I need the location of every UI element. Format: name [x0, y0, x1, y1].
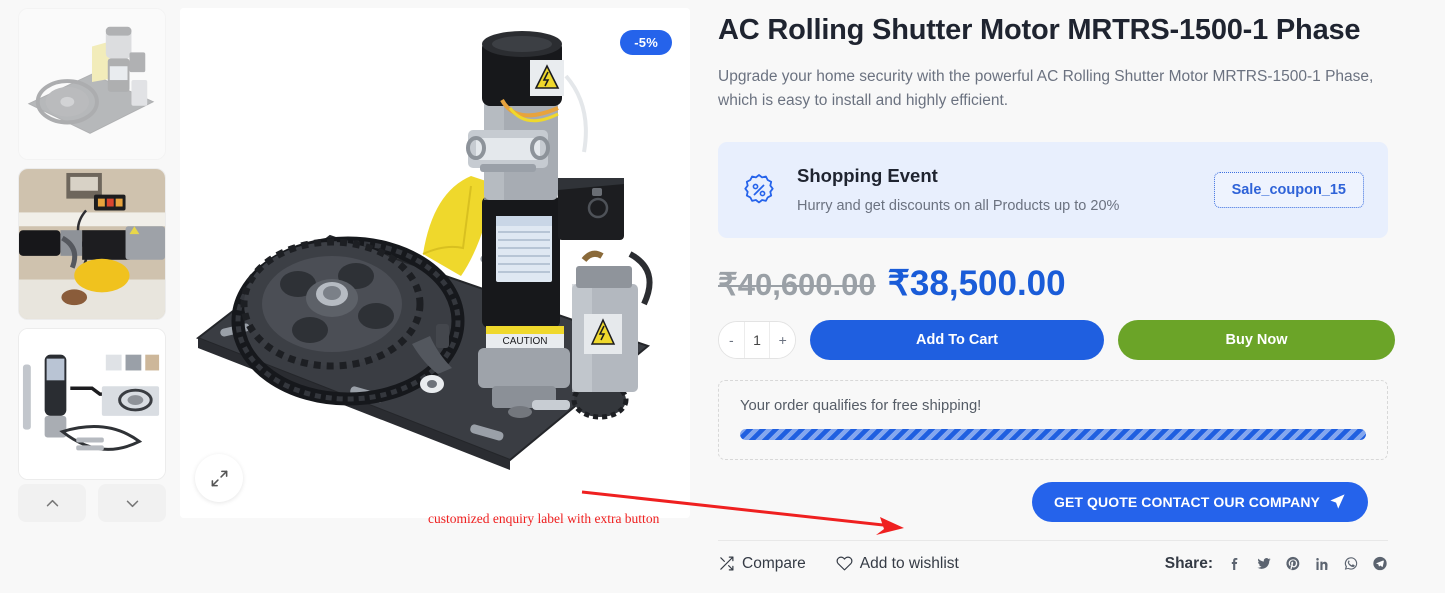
free-shipping-panel: Your order qualifies for free shipping!: [718, 379, 1388, 460]
discount-seal-icon: [742, 173, 776, 207]
product-subtitle: Upgrade your home security with the powe…: [718, 67, 1374, 109]
chevron-down-icon: [126, 500, 138, 507]
product-details: AC Rolling Shutter Motor MRTRS-1500-1 Ph…: [718, 0, 1408, 573]
coupon-code-button[interactable]: Sale_coupon_15: [1213, 171, 1364, 208]
expand-icon: [211, 470, 227, 486]
shipping-progress-fill: [740, 428, 1366, 440]
telegram-icon[interactable]: [1372, 555, 1388, 572]
heart-icon: [836, 556, 853, 571]
thumbnail-nav: [18, 484, 166, 522]
discount-badge: -5%: [620, 30, 672, 55]
get-quote-button[interactable]: GET QUOTE CONTACT OUR COMPANY: [1031, 481, 1368, 522]
thumbnail-1[interactable]: [18, 8, 166, 160]
thumbnail-next-button[interactable]: [98, 484, 166, 522]
buy-now-button[interactable]: Buy Now: [1118, 319, 1395, 360]
quantity-input[interactable]: 1: [743, 321, 771, 358]
get-quote-label: GET QUOTE CONTACT OUR COMPANY: [1053, 493, 1320, 510]
share-group: Share:: [1165, 555, 1388, 573]
twitter-icon[interactable]: [1256, 555, 1272, 572]
free-shipping-message: Your order qualifies for free shipping!: [740, 397, 982, 414]
shopping-event-banner: Shopping Event Hurry and get discounts o…: [718, 141, 1388, 238]
whatsapp-icon[interactable]: [1343, 555, 1359, 572]
shipping-progress-track: [740, 428, 1366, 440]
share-label: Share:: [1164, 554, 1213, 572]
product-gallery: [0, 0, 180, 593]
purchase-actions: - 1 + Add To Cart Buy Now: [718, 319, 1408, 360]
quantity-decrease-button[interactable]: -: [719, 321, 744, 358]
compare-label: Compare: [742, 554, 806, 572]
add-to-wishlist-button[interactable]: Add to wishlist: [836, 555, 959, 573]
quantity-increase-button[interactable]: +: [770, 321, 795, 358]
linkedin-icon[interactable]: [1314, 555, 1330, 572]
product-footer: Compare Add to wishlist Share:: [718, 555, 1388, 573]
main-product-image[interactable]: CAUTION -5%: [180, 8, 690, 518]
event-subtitle: Hurry and get discounts on all Products …: [797, 198, 1120, 215]
wishlist-label: Add to wishlist: [859, 554, 959, 572]
sale-price: ₹38,500.00: [887, 263, 1066, 303]
thumbnail-3[interactable]: [18, 328, 166, 480]
thumbnail-list: [18, 8, 166, 488]
expand-image-button[interactable]: [195, 454, 243, 502]
send-icon: [1330, 494, 1345, 509]
add-to-cart-button[interactable]: Add To Cart: [810, 319, 1104, 360]
annotation-arrow: [581, 490, 904, 535]
product-title: AC Rolling Shutter Motor MRTRS-1500-1 Ph…: [718, 14, 1361, 46]
product-page: CAUTION -5% AC Rolling Shutter Motor MRT…: [0, 0, 1445, 593]
footer-divider: [718, 539, 1388, 541]
pinterest-icon[interactable]: [1285, 555, 1301, 572]
thumbnail-prev-button[interactable]: [18, 484, 86, 522]
product-photo: CAUTION: [180, 8, 690, 518]
quantity-stepper[interactable]: - 1 +: [718, 320, 796, 359]
event-text-block: Shopping Event Hurry and get discounts o…: [797, 165, 1214, 214]
event-title: Shopping Event: [797, 165, 938, 187]
shuffle-icon: [720, 556, 734, 571]
chevron-up-icon: [46, 499, 58, 506]
compare-button[interactable]: Compare: [718, 555, 806, 573]
svg-text:CAUTION: CAUTION: [503, 336, 548, 347]
original-price: ₹40,600.00: [718, 266, 876, 302]
facebook-icon[interactable]: [1227, 555, 1243, 572]
price-block: ₹40,600.00 ₹38,500.00: [718, 264, 1408, 304]
thumbnail-2[interactable]: [18, 168, 166, 320]
